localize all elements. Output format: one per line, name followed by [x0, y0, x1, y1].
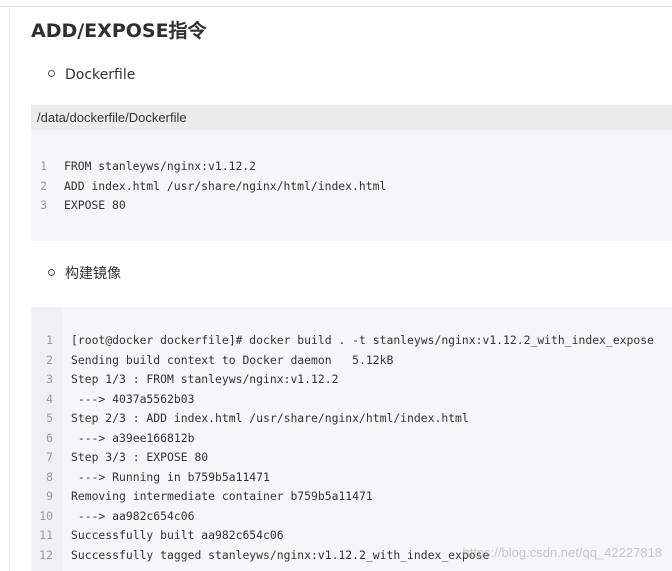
line-number: 1	[40, 159, 47, 173]
code-text: EXPOSE 80	[64, 198, 126, 212]
line-number: 1	[46, 333, 53, 347]
code-text: Step 2/3 : ADD index.html /usr/share/ngi…	[71, 411, 469, 425]
code-line: 10 ---> aa982c654c06	[31, 507, 672, 527]
code-line: 3 EXPOSE 80	[31, 196, 672, 216]
line-number: 9	[46, 489, 53, 503]
code-text: [root@docker dockerfile]# docker build .…	[71, 333, 654, 347]
bullet-label: 构建镜像	[65, 266, 121, 282]
section-title: ADD/EXPOSE指令	[31, 20, 207, 42]
code-line: 3 Step 1/3 : FROM stanleyws/nginx:v1.12.2	[31, 370, 672, 390]
code-file-path: /data/dockerfile/Dockerfile	[31, 105, 672, 130]
line-number: 6	[46, 430, 53, 445]
code-text: Sending build context to Docker daemon 5…	[71, 352, 394, 367]
code-text: Step 1/3 : FROM stanleyws/nginx:v1.12.2	[71, 372, 339, 386]
line-number: 8	[46, 469, 53, 484]
line-number: 2	[46, 352, 53, 367]
line-number: 7	[46, 450, 53, 464]
left-divider	[9, 8, 10, 571]
code-text: ---> Running in b759b5a11471	[71, 469, 270, 484]
code-line: 2 ADD index.html /usr/share/nginx/html/in…	[31, 177, 672, 197]
code-line: 4 ---> 4037a5562b03	[31, 390, 672, 410]
code-line: 5 Step 2/3 : ADD index.html /usr/share/ng…	[31, 409, 672, 429]
watermark: https://blog.csdn.net/qq_42227818	[462, 545, 663, 560]
bullet-label: Dockerfile	[65, 67, 136, 83]
line-number: 4	[46, 391, 53, 406]
line-number: 2	[40, 178, 47, 193]
code-line: 9 Removing intermediate container b759b5a…	[31, 487, 672, 507]
code-line: 11 Successfully built aa982c654c06	[31, 526, 672, 546]
code-line: 2 Sending build context to Docker daemon …	[31, 351, 672, 371]
line-number: 12	[39, 547, 53, 562]
bullet-dockerfile: Dockerfile	[48, 65, 135, 85]
code-text: ---> aa982c654c06	[71, 508, 195, 523]
code-line: 7 Step 3/3 : EXPOSE 80	[31, 448, 672, 468]
bullet-circle-icon	[48, 69, 55, 77]
code-text: ---> 4037a5562b03	[71, 391, 195, 406]
code-text: Removing intermediate container b759b5a1…	[71, 489, 373, 503]
dockerfile-code-block: 1 FROM stanleyws/nginx:v1.12.2 2 ADD index…	[31, 130, 672, 241]
code-text: ---> a39ee166812b	[71, 430, 195, 445]
code-text: ADD index.html /usr/share/nginx/html/ind…	[64, 178, 387, 193]
article-page: ADD/EXPOSE指令 Dockerfile /data/dockerfile…	[0, 0, 672, 571]
line-number: 5	[46, 411, 53, 425]
bullet-circle-icon	[48, 268, 55, 276]
code-text: Successfully built aa982c654c06	[71, 528, 284, 542]
code-text: Step 3/3 : EXPOSE 80	[71, 450, 209, 464]
top-divider	[0, 6, 672, 7]
code-line: 6 ---> a39ee166812b	[31, 429, 672, 449]
line-number: 3	[40, 198, 47, 212]
code-line: 1 FROM stanleyws/nginx:v1.12.2	[31, 157, 672, 177]
code-text: Successfully tagged stanleyws/nginx:v1.1…	[71, 547, 490, 562]
line-number: 3	[46, 372, 53, 386]
line-number: 11	[39, 528, 53, 542]
code-line: 1 [root@docker dockerfile]# docker build …	[31, 331, 672, 351]
code-line: 8 ---> Running in b759b5a11471	[31, 468, 672, 488]
build-output-code-block: 1 [root@docker dockerfile]# docker build …	[31, 307, 672, 571]
code-text: FROM stanleyws/nginx:v1.12.2	[64, 159, 257, 173]
bullet-build-image: 构建镜像	[48, 264, 121, 284]
line-number: 10	[39, 508, 53, 523]
